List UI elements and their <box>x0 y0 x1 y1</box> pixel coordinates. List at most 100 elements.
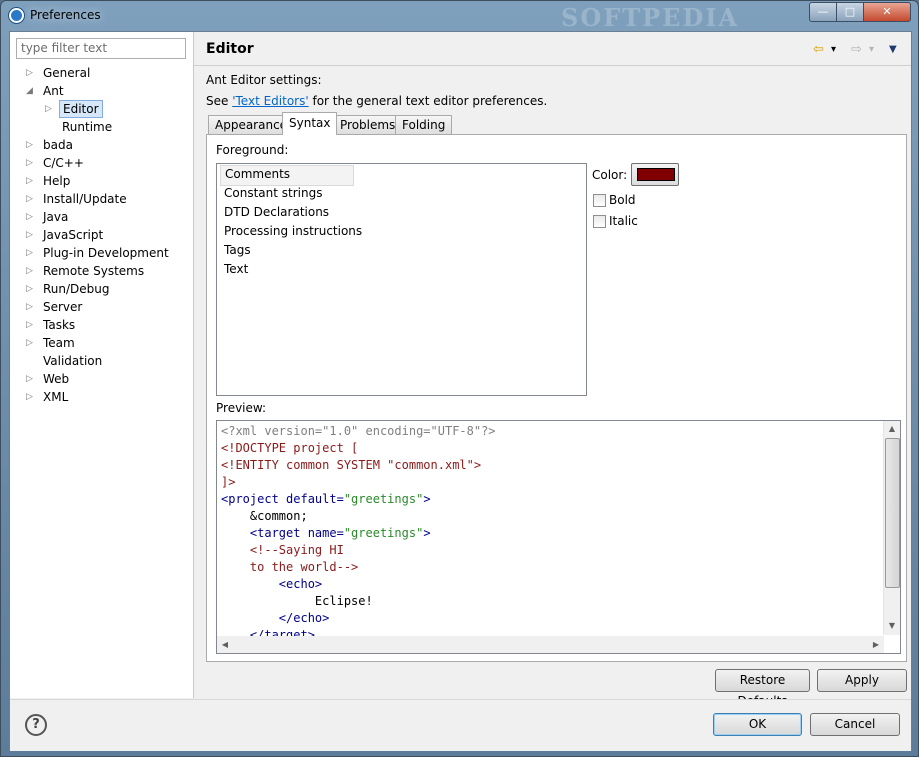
window-title: Preferences <box>30 8 101 22</box>
tab-syntax[interactable]: Syntax <box>282 112 338 135</box>
sidebar-item-label: Team <box>43 336 75 350</box>
watermark-logo: SOFTPEDIA <box>561 3 740 32</box>
preview-code-line: <project default="greetings"> <box>221 491 431 508</box>
preference-sidebar: type filter text ▷ General ◢ Ant ▷ Editor Runt… <box>10 32 194 698</box>
preview-label: Preview: <box>216 401 267 415</box>
collapsed-arrow-icon[interactable]: ▷ <box>26 226 36 244</box>
foreground-item-constant-strings[interactable]: Constant strings <box>220 184 326 203</box>
collapsed-arrow-icon[interactable]: ▷ <box>26 172 36 190</box>
preview-code-line: <!--Saying HI <box>221 542 344 559</box>
close-button[interactable]: ✕ <box>863 2 911 22</box>
preferences-window: Preferences SOFTPEDIA — □ ✕ type filter … <box>0 0 919 757</box>
preview-code-line: </echo> <box>221 610 330 627</box>
preview-code-line: <?xml version="1.0" encoding="UTF-8"?> <box>221 423 496 440</box>
color-label: Color: <box>592 168 628 182</box>
preview-code-line: <!DOCTYPE project [ <box>221 440 358 457</box>
color-swatch <box>637 168 675 181</box>
header-divider <box>194 65 911 66</box>
tab-folding[interactable]: Folding <box>395 115 453 134</box>
code-token: <project default= <box>221 492 344 506</box>
cancel-button[interactable]: Cancel <box>810 713 900 736</box>
sidebar-item-label: Tasks <box>43 318 76 332</box>
sidebar-item-label: Install/Update <box>43 192 127 206</box>
bold-label: Bold <box>609 193 636 207</box>
code-token: <echo> <box>221 577 323 591</box>
foreground-item-comments[interactable]: Comments <box>220 165 354 186</box>
code-token: <!ENTITY common SYSTEM "common.xml"> <box>221 458 482 472</box>
collapsed-arrow-icon[interactable]: ▷ <box>26 64 36 82</box>
collapsed-arrow-icon[interactable]: ▷ <box>26 370 36 388</box>
preview-horizontal-scrollbar[interactable]: ◀ ▶ <box>217 636 884 653</box>
text-editors-link[interactable]: 'Text Editors' <box>232 94 308 108</box>
syntax-panel: Foreground: Comments Constant strings DTD … <box>206 134 907 662</box>
sidebar-item-label: Validation <box>43 354 103 368</box>
view-menu-icon[interactable]: ▼ <box>889 44 897 55</box>
color-picker-button[interactable] <box>631 163 679 186</box>
eclipse-app-icon <box>9 8 24 23</box>
sidebar-item-label: Run/Debug <box>43 282 110 296</box>
collapsed-arrow-icon[interactable]: ▷ <box>26 244 36 262</box>
ok-button[interactable]: OK <box>713 713 802 736</box>
italic-label: Italic <box>609 214 638 228</box>
forward-menu-icon[interactable]: ▾ <box>869 44 874 55</box>
scroll-up-arrow-icon[interactable]: ▲ <box>884 421 900 437</box>
help-icon[interactable]: ? <box>25 714 47 736</box>
collapsed-arrow-icon[interactable]: ▷ <box>26 280 36 298</box>
collapsed-arrow-icon[interactable]: ▷ <box>26 334 36 352</box>
collapsed-arrow-icon[interactable]: ▷ <box>26 154 36 172</box>
preview-vertical-scrollbar[interactable]: ▲ ▼ <box>883 421 900 635</box>
see-suffix: for the general text editor preferences. <box>308 94 548 108</box>
expanded-arrow-icon[interactable]: ◢ <box>26 82 36 100</box>
filter-input[interactable]: type filter text <box>16 38 186 59</box>
sidebar-item-label: JavaScript <box>43 228 104 242</box>
collapsed-arrow-icon[interactable]: ▷ <box>26 208 36 226</box>
collapsed-arrow-icon[interactable]: ▷ <box>26 316 36 334</box>
code-token: > <box>423 492 431 506</box>
sidebar-item-label: C/C++ <box>43 156 84 170</box>
back-menu-icon[interactable]: ▾ <box>831 44 836 55</box>
code-token: "greetings" <box>343 526 424 540</box>
collapsed-arrow-icon[interactable]: ▷ <box>26 190 36 208</box>
foreground-item-processing-instructions[interactable]: Processing instructions <box>220 222 366 241</box>
dialog-footer: ? OK Cancel <box>10 699 911 751</box>
code-token: > <box>423 526 431 540</box>
back-arrow-icon[interactable]: ⇦ <box>813 42 824 57</box>
sidebar-item-label: Ant <box>43 84 64 98</box>
code-token: <!DOCTYPE project [ <box>221 441 359 455</box>
foreground-item-text[interactable]: Text <box>220 260 252 279</box>
sidebar-item-label: Editor <box>59 100 103 118</box>
page-title: Editor <box>206 41 254 57</box>
maximize-button[interactable]: □ <box>836 2 864 22</box>
preview-pane[interactable]: </target> </echo> Eclipse! <echo> to the… <box>216 420 901 654</box>
sidebar-item-label: Server <box>43 300 83 314</box>
page-nav: ⇦ ▾ ⇨ ▾ ▼ <box>813 42 903 58</box>
tab-problems[interactable]: Problems <box>333 115 403 134</box>
minimize-button[interactable]: — <box>809 2 837 22</box>
foreground-list[interactable]: Comments Constant strings DTD Declarations… <box>216 163 587 396</box>
collapsed-arrow-icon[interactable]: ▷ <box>26 298 36 316</box>
code-token: "greetings" <box>343 492 424 506</box>
scroll-right-arrow-icon[interactable]: ▶ <box>868 636 884 653</box>
apply-button[interactable]: Apply <box>817 669 907 692</box>
italic-checkbox[interactable] <box>593 215 606 228</box>
bold-checkbox[interactable] <box>593 194 606 207</box>
preference-page: Editor ⇦ ▾ ⇨ ▾ ▼ Ant Editor settings: Se… <box>194 32 911 708</box>
collapsed-arrow-icon[interactable]: ▷ <box>26 262 36 280</box>
code-token: <!--Saying HI <box>221 543 344 557</box>
title-bar[interactable]: Preferences SOFTPEDIA — □ ✕ <box>1 1 918 32</box>
collapsed-arrow-icon[interactable]: ▷ <box>26 388 36 406</box>
scroll-thumb[interactable] <box>885 438 900 588</box>
foreground-item-tags[interactable]: Tags <box>220 241 255 260</box>
preview-code-line: <!ENTITY common SYSTEM "common.xml"> <box>221 457 481 474</box>
collapsed-arrow-icon[interactable]: ▷ <box>26 136 36 154</box>
scroll-left-arrow-icon[interactable]: ◀ <box>217 636 233 653</box>
sidebar-item-label: Help <box>43 174 71 188</box>
restore-defaults-button[interactable]: Restore Defaults <box>715 669 810 708</box>
collapsed-arrow-icon[interactable]: ▷ <box>45 100 55 118</box>
forward-arrow-icon[interactable]: ⇨ <box>851 42 862 57</box>
foreground-item-dtd-declarations[interactable]: DTD Declarations <box>220 203 333 222</box>
sidebar-item-label: Web <box>43 372 70 386</box>
scroll-down-arrow-icon[interactable]: ▼ <box>884 618 900 634</box>
code-token: <?xml version="1.0" encoding="UTF-8"?> <box>221 424 496 438</box>
preview-code-line: <target name="greetings"> <box>221 525 431 542</box>
